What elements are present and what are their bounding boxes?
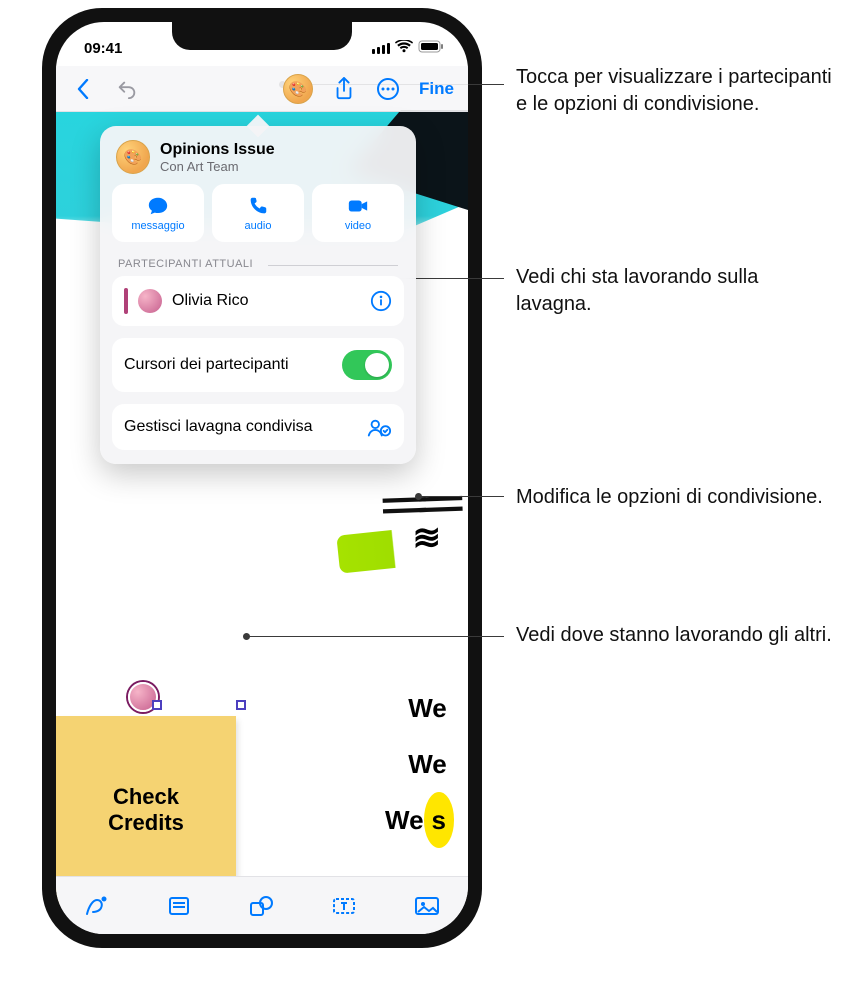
sticky-tool-icon[interactable] bbox=[166, 894, 194, 918]
info-icon[interactable] bbox=[370, 290, 392, 312]
status-time: 09:41 bbox=[84, 40, 122, 57]
manage-share-icon bbox=[366, 416, 392, 438]
share-button[interactable] bbox=[331, 76, 357, 102]
bottom-toolbar bbox=[56, 876, 468, 934]
wifi-icon bbox=[395, 40, 413, 57]
text-tool-icon[interactable] bbox=[330, 894, 358, 918]
popover-subtitle: Con Art Team bbox=[160, 159, 275, 174]
collab-avatar-button[interactable]: 🎨 bbox=[283, 74, 313, 104]
pen-tool-icon[interactable] bbox=[83, 894, 111, 918]
video-label: video bbox=[345, 220, 371, 232]
manage-share-row[interactable]: Gestisci lavagna condivisa bbox=[112, 404, 404, 450]
more-button[interactable] bbox=[375, 76, 401, 102]
participant-avatar-icon bbox=[138, 289, 162, 313]
cursors-toggle-row: Cursori dei partecipanti bbox=[112, 338, 404, 392]
done-button[interactable]: Fine bbox=[419, 79, 454, 99]
popover-header: 🎨 Opinions Issue Con Art Team bbox=[112, 138, 404, 184]
popover-title: Opinions Issue bbox=[160, 141, 275, 159]
nav-bar: 🎨 Fine bbox=[56, 66, 468, 112]
callout-text: Vedi dove stanno lavorando gli altri. bbox=[516, 622, 832, 649]
shapes-tool-icon[interactable] bbox=[248, 894, 276, 918]
participant-row[interactable]: Olivia Rico bbox=[112, 276, 404, 326]
canvas-text: We We Wes bbox=[385, 680, 454, 848]
collab-popover: 🎨 Opinions Issue Con Art Team messaggio … bbox=[100, 126, 416, 464]
audio-label: audio bbox=[245, 220, 272, 232]
board-avatar-icon: 🎨 bbox=[116, 140, 150, 174]
participant-name: Olivia Rico bbox=[172, 292, 360, 310]
battery-icon bbox=[418, 40, 444, 57]
presence-bar-icon bbox=[124, 288, 128, 314]
message-button[interactable]: messaggio bbox=[112, 184, 204, 242]
back-button[interactable] bbox=[70, 76, 96, 102]
callout-leader bbox=[418, 496, 504, 497]
phone-frame: 09:41 🎨 bbox=[42, 8, 482, 948]
screen: 09:41 🎨 bbox=[56, 22, 468, 934]
status-right bbox=[372, 40, 444, 57]
callout-text: Tocca per visualizzare i partecipanti e … bbox=[516, 64, 836, 118]
callout-text: Modifica le opzioni di condivisione. bbox=[516, 484, 823, 511]
cell-signal-icon bbox=[372, 43, 390, 54]
video-button[interactable]: video bbox=[312, 184, 404, 242]
participants-section-label: PARTECIPANTI ATTUALI bbox=[118, 258, 398, 270]
callout-leader bbox=[246, 636, 504, 637]
canvas-scribble: ≋ bbox=[413, 518, 439, 558]
message-label: messaggio bbox=[131, 220, 184, 232]
manage-share-label: Gestisci lavagna condivisa bbox=[124, 417, 356, 436]
audio-button[interactable]: audio bbox=[212, 184, 304, 242]
media-tool-icon[interactable] bbox=[413, 894, 441, 918]
cursors-label: Cursori dei partecipanti bbox=[124, 355, 332, 374]
sticky-text: Check Credits bbox=[76, 784, 216, 836]
callout-text: Vedi chi sta lavorando sulla lavagna. bbox=[516, 264, 836, 318]
cursors-toggle[interactable] bbox=[342, 350, 392, 380]
undo-button[interactable] bbox=[114, 76, 140, 102]
notch bbox=[172, 22, 352, 50]
